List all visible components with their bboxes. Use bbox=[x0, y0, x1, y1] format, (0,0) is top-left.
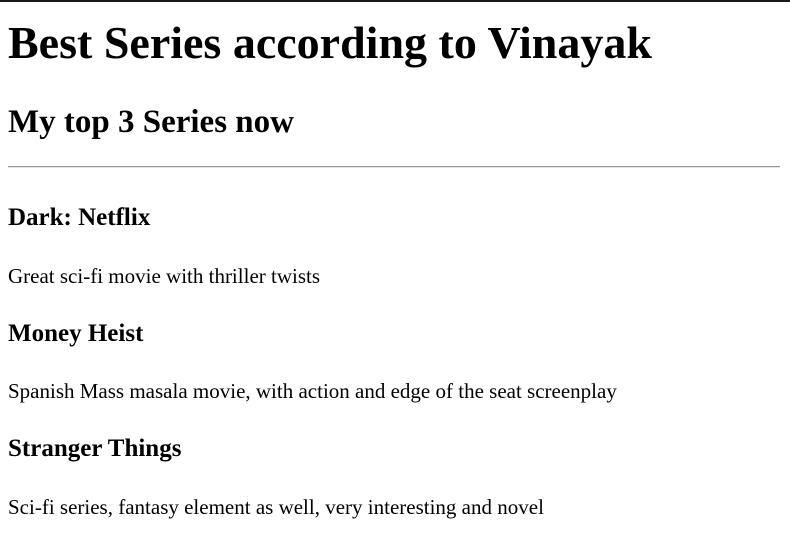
series-title: Stranger Things bbox=[8, 435, 182, 462]
series-description: Spanish Mass masala movie, with action a… bbox=[8, 379, 617, 403]
divider bbox=[8, 166, 780, 168]
series-description: Sci-fi series, fantasy element as well, … bbox=[8, 495, 544, 519]
page-title: Best Series according to Vinayak bbox=[8, 17, 652, 68]
window-top-border bbox=[0, 0, 790, 2]
page-subtitle: My top 3 Series now bbox=[8, 104, 294, 140]
series-title: Dark: Netflix bbox=[8, 204, 151, 231]
series-title: Money Heist bbox=[8, 320, 144, 347]
series-description: Great sci-fi movie with thriller twists bbox=[8, 264, 321, 288]
